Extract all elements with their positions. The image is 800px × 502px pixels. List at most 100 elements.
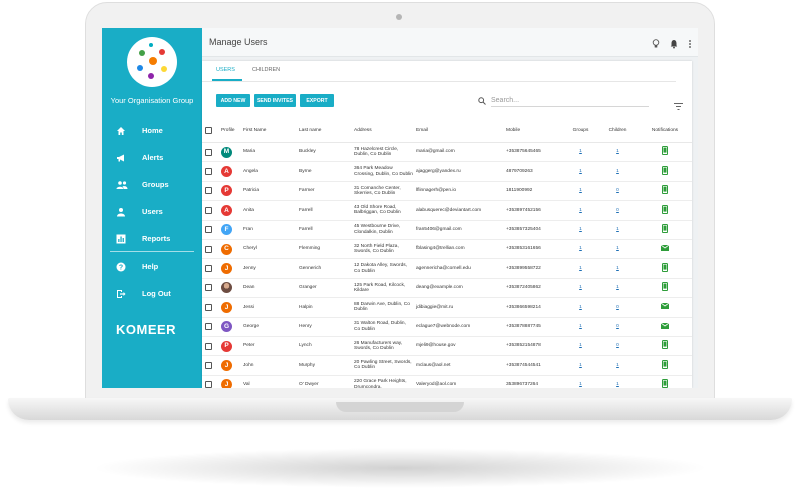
tab-children[interactable]: CHILDREN bbox=[252, 67, 280, 73]
avatar[interactable] bbox=[221, 282, 232, 294]
avatar[interactable]: J bbox=[221, 301, 232, 313]
more-menu-icon[interactable] bbox=[688, 36, 692, 54]
table-row[interactable]: A Anita Farrell 43 Old Shore Road, Balbrigg… bbox=[202, 200, 692, 221]
column-header[interactable]: Last name bbox=[296, 119, 351, 143]
children-count-link[interactable]: 1 bbox=[597, 142, 635, 163]
row-checkbox[interactable] bbox=[205, 323, 212, 331]
select-all-checkbox[interactable] bbox=[205, 127, 212, 134]
column-header[interactable]: Mobile bbox=[503, 119, 561, 143]
avatar[interactable]: J bbox=[221, 359, 232, 371]
avatar[interactable]: J bbox=[221, 379, 232, 388]
avatar[interactable]: P bbox=[221, 185, 232, 197]
phone-notification-icon[interactable] bbox=[662, 262, 668, 274]
table-row[interactable]: J Val O' Dwyer 220 Grace Park Heights, Drum… bbox=[202, 375, 692, 388]
groups-count-link[interactable]: 1 bbox=[561, 239, 597, 260]
phone-notification-icon[interactable] bbox=[662, 185, 668, 196]
avatar[interactable]: P bbox=[221, 340, 232, 352]
groups-count-link[interactable]: 1 bbox=[561, 200, 597, 221]
sidebar-item-logout[interactable]: Log Out bbox=[102, 280, 202, 307]
table-row[interactable]: J John Murphy 20 Pawling Street, Swords, Co… bbox=[202, 355, 692, 376]
row-checkbox[interactable] bbox=[205, 303, 212, 311]
tab-users[interactable]: USERS bbox=[216, 67, 235, 73]
lightbulb-icon[interactable] bbox=[652, 36, 660, 54]
phone-notification-icon[interactable] bbox=[662, 204, 668, 216]
table-row[interactable]: G George Henry 31 Walton Road, Dublin, Co D… bbox=[202, 317, 692, 337]
table-row[interactable]: P Patricia Farmer 31 Comanche Center, Skerr… bbox=[202, 181, 692, 202]
sidebar-item-help[interactable]: ? Help bbox=[102, 253, 202, 280]
phone-notification-icon[interactable] bbox=[662, 282, 668, 293]
table-row[interactable]: A Angela Byrne 364 Park Meadow Crossing, Du… bbox=[202, 161, 692, 182]
table-row[interactable]: C Cheryl Flemming 32 North Field Plaza, Swo… bbox=[202, 239, 692, 260]
children-count-link[interactable]: 1 bbox=[597, 278, 635, 299]
groups-count-link[interactable]: 1 bbox=[561, 142, 597, 163]
phone-notification-icon[interactable] bbox=[662, 165, 668, 177]
avatar[interactable]: M bbox=[221, 146, 232, 158]
row-checkbox[interactable] bbox=[205, 245, 212, 253]
groups-count-link[interactable]: 1 bbox=[561, 161, 597, 182]
add-new-button[interactable]: ADD NEW bbox=[216, 94, 250, 107]
column-header[interactable]: Notifications bbox=[635, 119, 692, 143]
row-checkbox[interactable] bbox=[205, 187, 212, 195]
avatar[interactable]: F bbox=[221, 224, 232, 236]
table-row[interactable]: F Fran Farrell 45 Westbourne Drive, Clondal… bbox=[202, 220, 692, 240]
column-header[interactable]: Profile bbox=[218, 119, 240, 143]
phone-notification-icon[interactable] bbox=[662, 359, 668, 371]
column-header[interactable]: Children bbox=[597, 119, 635, 143]
children-count-link[interactable]: 1 bbox=[597, 161, 635, 182]
children-count-link[interactable]: 0 bbox=[597, 297, 635, 318]
column-header[interactable]: Email bbox=[413, 119, 503, 143]
groups-count-link[interactable]: 1 bbox=[561, 317, 597, 337]
email-notification-icon[interactable] bbox=[660, 302, 670, 311]
groups-count-link[interactable]: 1 bbox=[561, 297, 597, 318]
column-header[interactable]: Address bbox=[351, 119, 413, 143]
phone-notification-icon[interactable] bbox=[662, 379, 668, 388]
row-checkbox[interactable] bbox=[205, 206, 212, 214]
column-header[interactable]: First Name bbox=[240, 119, 296, 143]
table-row[interactable]: J Jenny Gennerich 12 Dakota Alley, Swords, … bbox=[202, 258, 692, 279]
row-checkbox[interactable] bbox=[205, 226, 212, 234]
export-button[interactable]: EXPORT bbox=[300, 94, 334, 107]
groups-count-link[interactable]: 1 bbox=[561, 220, 597, 240]
avatar[interactable]: J bbox=[221, 263, 232, 275]
avatar[interactable]: A bbox=[221, 204, 232, 216]
email-notification-icon[interactable] bbox=[660, 322, 670, 331]
phone-notification-icon[interactable] bbox=[662, 224, 668, 235]
filter-icon[interactable] bbox=[674, 97, 683, 115]
send-invites-button[interactable]: SEND INVITES bbox=[254, 94, 296, 107]
row-checkbox[interactable] bbox=[205, 361, 212, 369]
groups-count-link[interactable]: 1 bbox=[561, 258, 597, 279]
avatar[interactable]: G bbox=[221, 321, 232, 333]
row-checkbox[interactable] bbox=[205, 148, 212, 156]
bell-icon[interactable] bbox=[670, 36, 678, 54]
groups-count-link[interactable]: 1 bbox=[561, 336, 597, 357]
children-count-link[interactable]: 0 bbox=[597, 200, 635, 221]
phone-notification-icon[interactable] bbox=[662, 340, 668, 351]
groups-count-link[interactable]: 1 bbox=[561, 375, 597, 388]
table-row[interactable]: J Jessi Halpin 88 Darwin Ave, Dublin, Co Du… bbox=[202, 297, 692, 318]
search-input[interactable]: Search... bbox=[491, 95, 649, 107]
children-count-link[interactable]: 1 bbox=[597, 355, 635, 376]
groups-count-link[interactable]: 1 bbox=[561, 181, 597, 202]
children-count-link[interactable]: 0 bbox=[597, 181, 635, 202]
table-row[interactable]: P Peter Lynch 26 Manufacturers way, Swords,… bbox=[202, 336, 692, 357]
groups-count-link[interactable]: 1 bbox=[561, 355, 597, 376]
row-checkbox[interactable] bbox=[205, 342, 212, 350]
children-count-link[interactable]: 0 bbox=[597, 317, 635, 337]
sidebar-item-users[interactable]: Users bbox=[102, 198, 202, 225]
row-checkbox[interactable] bbox=[205, 168, 212, 176]
table-row[interactable]: M Maria Buckley 78 Hazelcrest Circle, Dubli… bbox=[202, 142, 692, 163]
sidebar-item-groups[interactable]: Groups bbox=[102, 171, 202, 198]
sidebar-item-home[interactable]: Home bbox=[102, 117, 202, 144]
row-checkbox[interactable] bbox=[205, 381, 212, 388]
column-header[interactable]: Groups bbox=[561, 119, 597, 143]
children-count-link[interactable]: 1 bbox=[597, 239, 635, 260]
children-count-link[interactable]: 0 bbox=[597, 336, 635, 357]
groups-count-link[interactable]: 1 bbox=[561, 278, 597, 299]
children-count-link[interactable]: 1 bbox=[597, 375, 635, 388]
avatar[interactable]: A bbox=[221, 166, 232, 178]
row-checkbox[interactable] bbox=[205, 265, 212, 273]
sidebar-item-reports[interactable]: Reports bbox=[102, 225, 202, 252]
avatar[interactable]: C bbox=[221, 243, 232, 255]
children-count-link[interactable]: 1 bbox=[597, 258, 635, 279]
children-count-link[interactable]: 1 bbox=[597, 220, 635, 240]
